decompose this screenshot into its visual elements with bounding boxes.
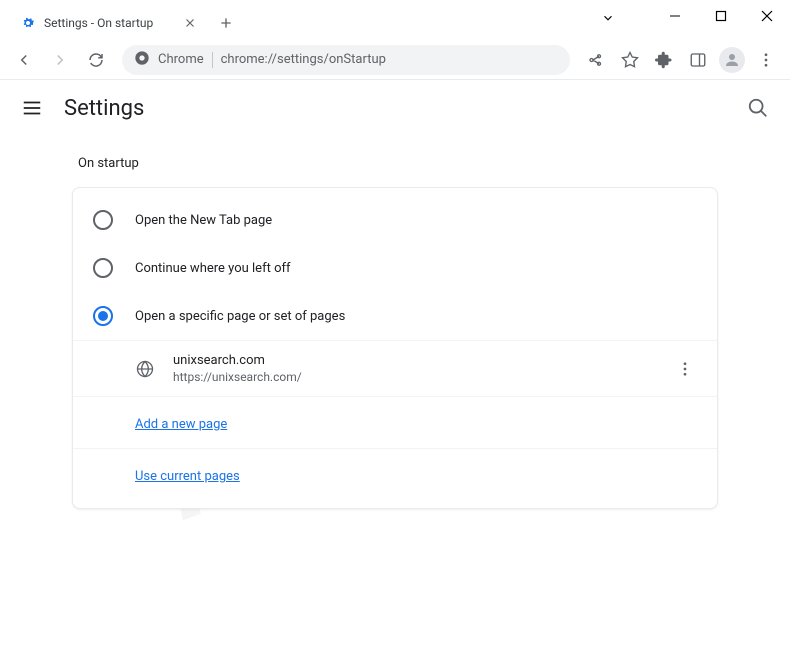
radio-icon-selected — [93, 306, 113, 326]
reload-button[interactable] — [80, 44, 112, 76]
sidepanel-icon[interactable] — [682, 44, 714, 76]
address-bar[interactable]: Chrome chrome://settings/onStartup — [122, 45, 570, 75]
browser-tab[interactable]: Settings - On startup — [8, 6, 208, 40]
startup-card: Open the New Tab page Continue where you… — [72, 187, 718, 509]
settings-header: Settings — [0, 80, 790, 136]
content-area: On startup Open the New Tab page Continu… — [0, 136, 790, 529]
globe-icon — [135, 359, 155, 379]
radio-label: Open a specific page or set of pages — [135, 309, 345, 324]
page-title: Settings — [64, 96, 144, 121]
divider — [212, 52, 213, 68]
window-controls — [652, 0, 790, 32]
chevron-down-icon[interactable] — [601, 10, 615, 29]
maximize-button[interactable] — [698, 0, 744, 32]
section-title: On startup — [72, 156, 718, 171]
hamburger-menu-icon[interactable] — [20, 96, 44, 120]
radio-option-new-tab[interactable]: Open the New Tab page — [73, 196, 717, 244]
radio-icon — [93, 258, 113, 278]
more-actions-icon[interactable] — [673, 357, 697, 381]
browser-toolbar: Chrome chrome://settings/onStartup — [0, 40, 790, 80]
new-tab-button[interactable] — [212, 9, 240, 37]
search-icon[interactable] — [746, 96, 770, 120]
bookmark-star-icon[interactable] — [614, 44, 646, 76]
minimize-button[interactable] — [652, 0, 698, 32]
browser-titlebar: Settings - On startup — [0, 0, 790, 40]
add-page-row: Add a new page — [73, 396, 717, 448]
share-icon[interactable] — [580, 44, 612, 76]
radio-label: Open the New Tab page — [135, 213, 272, 228]
chrome-logo-icon — [134, 50, 150, 70]
page-name: unixsearch.com — [173, 353, 655, 368]
radio-option-continue[interactable]: Continue where you left off — [73, 244, 717, 292]
use-current-row: Use current pages — [73, 448, 717, 500]
tab-title: Settings - On startup — [44, 16, 174, 30]
gear-icon — [20, 15, 36, 31]
kebab-menu-icon[interactable] — [750, 44, 782, 76]
close-window-button[interactable] — [744, 0, 790, 32]
use-current-link[interactable]: Use current pages — [135, 469, 240, 484]
profile-avatar[interactable] — [716, 44, 748, 76]
radio-option-specific-pages[interactable]: Open a specific page or set of pages — [73, 292, 717, 340]
extensions-icon[interactable] — [648, 44, 680, 76]
forward-button[interactable] — [44, 44, 76, 76]
page-url: https://unixsearch.com/ — [173, 370, 655, 384]
startup-page-row: unixsearch.com https://unixsearch.com/ — [73, 340, 717, 396]
omnibox-chip: Chrome — [158, 52, 204, 67]
omnibox-url: chrome://settings/onStartup — [221, 52, 386, 67]
close-icon[interactable] — [182, 15, 198, 31]
radio-icon — [93, 210, 113, 230]
radio-label: Continue where you left off — [135, 261, 291, 276]
add-page-link[interactable]: Add a new page — [135, 417, 227, 432]
back-button[interactable] — [8, 44, 40, 76]
